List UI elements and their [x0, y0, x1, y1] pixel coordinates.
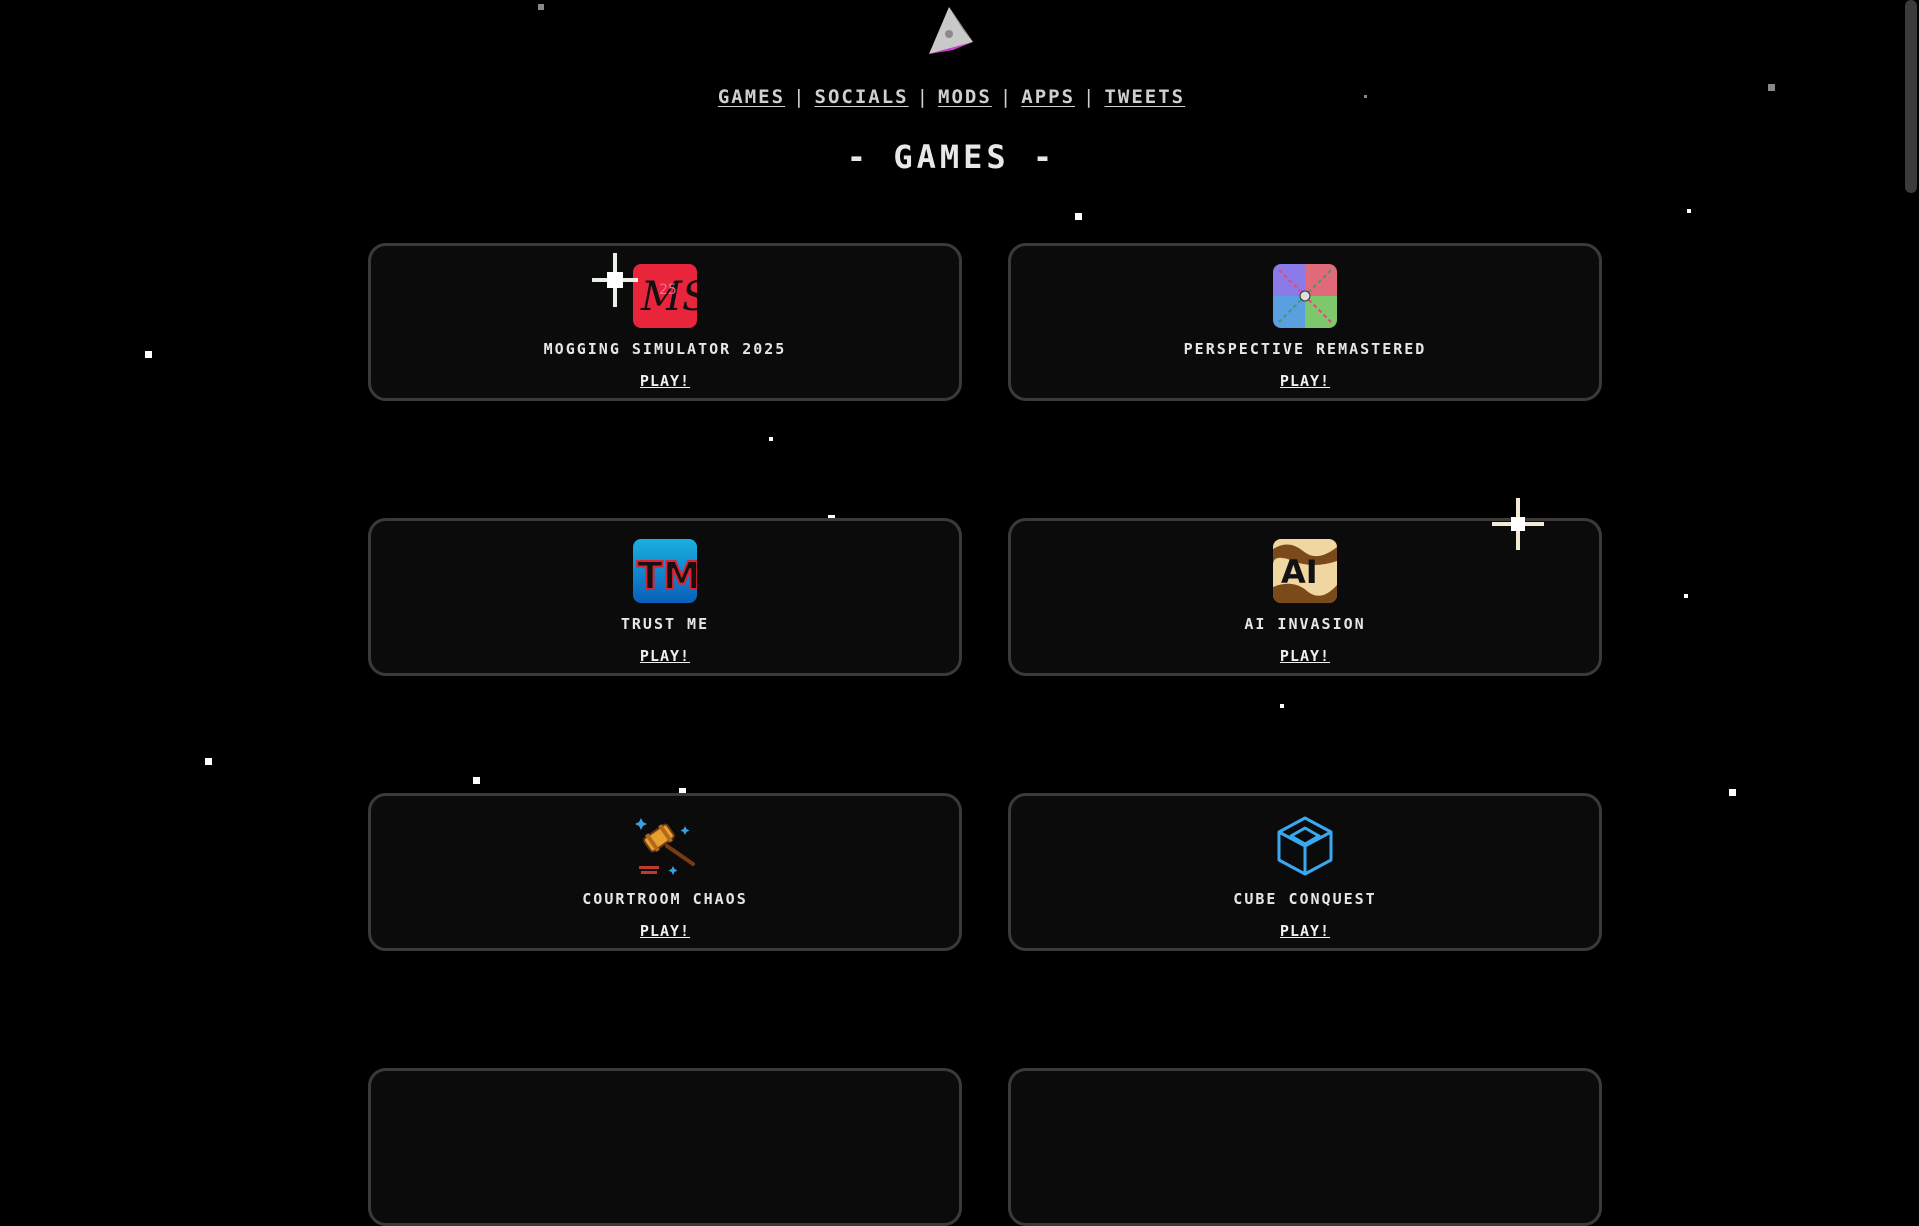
- svg-text:25: 25: [659, 282, 677, 298]
- play-link[interactable]: PLAY!: [1011, 647, 1599, 665]
- game-card-partial: [368, 1068, 962, 1226]
- cube-icon: [1277, 816, 1333, 876]
- nav-tweets-link[interactable]: TWEETS: [1104, 86, 1185, 108]
- game-title: PERSPECTIVE REMASTERED: [1183, 340, 1427, 358]
- game-title: CUBE CONQUEST: [1233, 890, 1377, 908]
- game-title: TRUST ME: [620, 615, 710, 633]
- play-link[interactable]: PLAY!: [371, 647, 959, 665]
- nav-apps-link[interactable]: APPS: [1021, 86, 1075, 108]
- page-scrollbar[interactable]: [1903, 0, 1919, 1079]
- nav-socials-link[interactable]: SOCIALS: [815, 86, 909, 108]
- game-title: AI INVASION: [1244, 615, 1366, 633]
- game-card-cube-conquest: CUBE CONQUEST PLAY!: [1008, 793, 1602, 951]
- sparkle-icon: [592, 253, 638, 307]
- top-navigation: GAMES | SOCIALS | MODS | APPS | TWEETS: [0, 86, 1903, 108]
- sparkle-icon: [1492, 498, 1544, 550]
- game-title: MOGGING SIMULATOR 2025: [543, 340, 787, 358]
- nav-separator: |: [1083, 86, 1097, 108]
- play-link[interactable]: PLAY!: [1011, 372, 1599, 390]
- svg-text:AI: AI: [1281, 553, 1318, 591]
- mogging-simulator-icon: MS 25: [633, 264, 697, 328]
- scrollbar-thumb[interactable]: [1905, 0, 1917, 193]
- perspective-remastered-icon: [1273, 264, 1337, 328]
- nav-separator: |: [793, 86, 807, 108]
- play-link[interactable]: PLAY!: [371, 922, 959, 940]
- play-link[interactable]: PLAY!: [371, 372, 959, 390]
- nav-separator: |: [999, 86, 1014, 108]
- section-title: - GAMES -: [846, 138, 1057, 176]
- site-logo[interactable]: [923, 4, 977, 56]
- svg-text:TM: TM: [637, 554, 697, 598]
- game-card-trust-me: TM TRUST ME PLAY!: [368, 518, 962, 676]
- game-card-mogging-simulator: MS 25 MOGGING SIMULATOR 2025 PLAY!: [368, 243, 962, 401]
- game-card-perspective-remastered: PERSPECTIVE REMASTERED PLAY!: [1008, 243, 1602, 401]
- ai-invasion-icon: AI: [1273, 539, 1337, 603]
- game-card-courtroom-chaos: COURTROOM CHAOS PLAY!: [368, 793, 962, 951]
- gavel-icon: [635, 818, 695, 875]
- nav-mods-link[interactable]: MODS: [938, 86, 992, 108]
- play-link[interactable]: PLAY!: [1011, 922, 1599, 940]
- game-card-partial: [1008, 1068, 1602, 1226]
- nav-games-link[interactable]: GAMES: [718, 86, 785, 108]
- trust-me-icon: TM: [633, 539, 697, 603]
- game-title: COURTROOM CHAOS: [582, 890, 748, 908]
- nav-separator: |: [916, 86, 931, 108]
